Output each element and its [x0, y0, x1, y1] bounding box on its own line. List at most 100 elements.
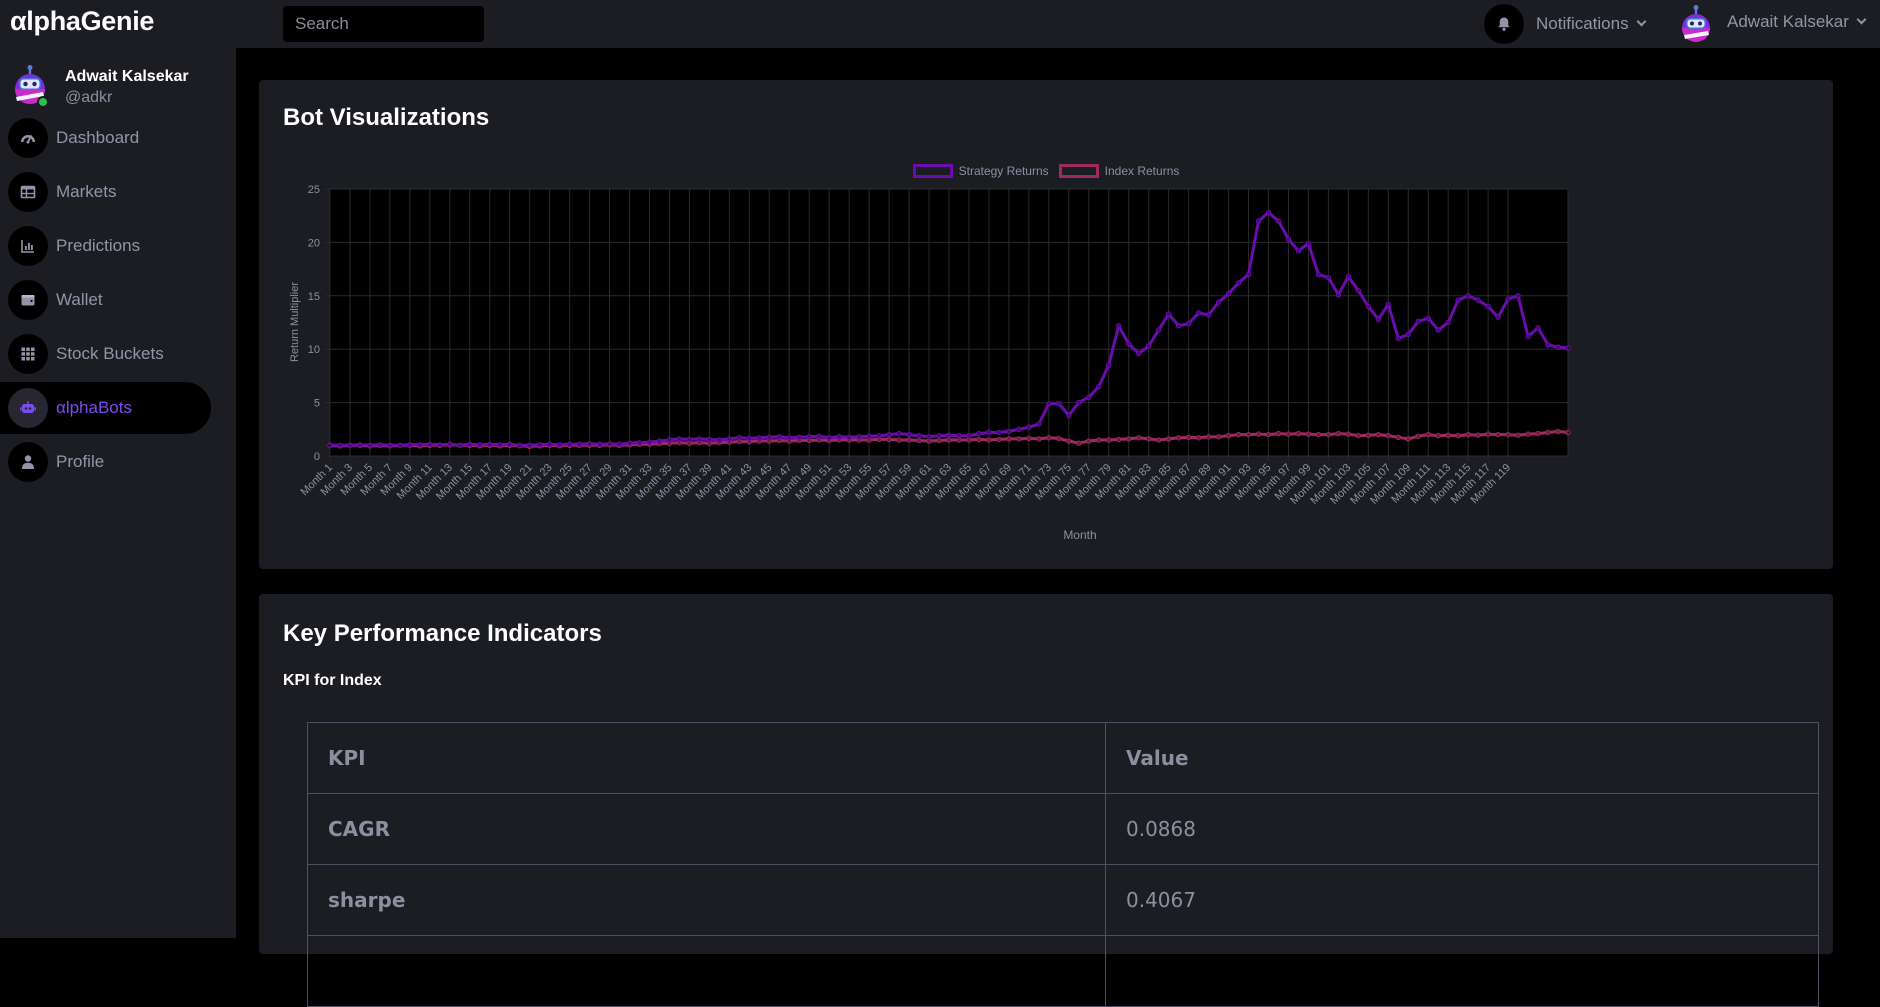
data-point: [546, 441, 553, 447]
robot-icon: [8, 388, 48, 428]
table-icon: [8, 172, 48, 212]
sidebar-item-wallet[interactable]: Wallet: [0, 274, 211, 326]
data-point: [1435, 327, 1441, 333]
data-point: [1515, 432, 1521, 438]
data-point: [457, 442, 463, 449]
data-point: [846, 434, 852, 441]
kpi-table: KPI Value CAGR 0.0868 sharpe 0.4067: [307, 722, 1819, 1007]
notifications-dropdown[interactable]: Notifications: [1536, 14, 1647, 34]
data-point: [986, 429, 992, 436]
sidebar-item-markets[interactable]: Markets: [0, 166, 211, 218]
data-point: [746, 435, 753, 442]
data-point: [1006, 436, 1012, 442]
data-point: [616, 441, 623, 447]
data-point: [1445, 432, 1451, 438]
table-row: CAGR 0.0868: [307, 793, 1819, 865]
data-point: [1425, 315, 1431, 321]
data-point: [1315, 271, 1322, 278]
search-input[interactable]: [283, 6, 484, 42]
sidebar-item-profile[interactable]: Profile: [0, 436, 211, 488]
data-point: [1325, 431, 1332, 438]
y-tick-label: 5: [314, 398, 320, 410]
data-point: [736, 435, 743, 441]
data-point: [467, 441, 473, 447]
data-point: [1315, 431, 1322, 438]
data-point: [956, 437, 962, 443]
data-point: [1106, 362, 1112, 368]
data-point: [1016, 426, 1022, 432]
data-point: [986, 437, 992, 443]
data-point: [1175, 323, 1182, 329]
data-point: [1515, 293, 1521, 299]
data-point: [1285, 236, 1292, 242]
data-point: [926, 438, 932, 444]
data-point: [1355, 287, 1362, 294]
user-avatar[interactable]: [1676, 4, 1716, 44]
data-point: [1086, 438, 1092, 444]
data-point: [397, 442, 403, 449]
x-axis-title: Month: [1063, 528, 1096, 542]
user-menu[interactable]: Adwait Kalsekar: [1727, 12, 1867, 32]
data-point: [1455, 297, 1461, 303]
sidebar-item-label: αlphaBots: [56, 398, 132, 417]
data-point: [1245, 271, 1252, 278]
data-point: [1305, 240, 1312, 247]
sidebar-item-label: Dashboard: [56, 128, 140, 147]
data-point: [1545, 342, 1551, 348]
data-point: [1465, 293, 1471, 299]
sidebar-item-label: Predictions: [56, 236, 141, 255]
data-point: [1495, 431, 1501, 438]
data-point: [1405, 436, 1411, 442]
y-tick-label: 15: [308, 291, 320, 303]
data-point: [946, 432, 952, 438]
notifications-button[interactable]: [1484, 4, 1524, 44]
data-point: [1036, 436, 1042, 442]
data-point: [686, 436, 693, 443]
sidebar-item-alphabots[interactable]: αlphaBots: [0, 382, 211, 434]
data-point: [1245, 431, 1252, 438]
data-point: [1205, 434, 1212, 440]
data-point: [896, 430, 902, 437]
data-point: [966, 437, 972, 443]
data-point: [1026, 424, 1032, 430]
data-point: [487, 441, 493, 447]
kpi-value-cell: 0.4067: [1105, 864, 1819, 936]
data-point: [1535, 430, 1541, 437]
sidebar: Adwait Kalsekar @adkr Dashboard Markets …: [0, 48, 236, 938]
kpi-value-cell: 0.0868: [1105, 793, 1819, 865]
data-point: [526, 442, 533, 449]
data-point: [367, 442, 373, 449]
grid-icon: [8, 334, 48, 374]
data-point: [1475, 297, 1481, 303]
data-point: [1535, 325, 1541, 331]
sidebar-item-dashboard[interactable]: Dashboard: [0, 112, 211, 164]
returns-line-chart: 0510152025 Month 1Month 3Month 5Month 7M…: [289, 184, 1571, 542]
data-point: [886, 431, 892, 438]
kpi-title: Key Performance Indicators: [283, 620, 602, 647]
top-bar: αlphaGenie Notifications Adwait Kalsekar: [0, 0, 1880, 48]
data-point: [916, 437, 922, 444]
data-point: [906, 437, 912, 443]
data-point: [916, 433, 922, 439]
data-point: [966, 433, 972, 439]
online-status-indicator: [37, 96, 49, 108]
bot-visualizations-card: Bot Visualizations Strategy Returns Inde…: [259, 80, 1833, 569]
data-point: [1415, 433, 1421, 439]
data-point: [1375, 431, 1382, 438]
data-point: [1135, 435, 1142, 441]
sidebar-item-stock-buckets[interactable]: Stock Buckets: [0, 328, 211, 380]
table-row: sharpe 0.4067: [307, 864, 1819, 936]
sidebar-item-predictions[interactable]: Predictions: [0, 220, 211, 272]
data-point: [1485, 303, 1491, 310]
app-logo[interactable]: αlphaGenie: [10, 6, 154, 37]
data-point: [1145, 343, 1152, 349]
data-point: [1066, 438, 1072, 444]
data-point: [1295, 248, 1302, 254]
data-point: [956, 433, 962, 439]
data-point: [516, 442, 523, 449]
table-row: [307, 935, 1819, 1007]
wallet-icon: [8, 280, 48, 320]
data-point: [576, 441, 583, 447]
sidebar-item-label: Wallet: [56, 290, 103, 309]
data-point: [856, 434, 862, 440]
